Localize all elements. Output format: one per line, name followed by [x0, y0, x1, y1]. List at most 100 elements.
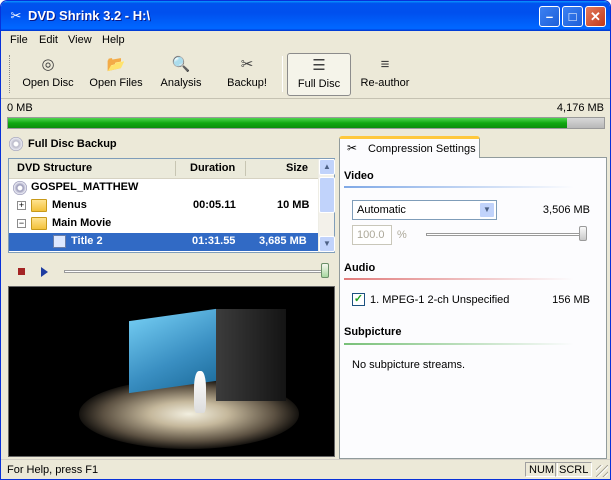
folder-open-icon	[31, 217, 47, 230]
menu-file[interactable]: File	[10, 34, 28, 46]
title-bar[interactable]: ✂ DVD Shrink 3.2 - H:\ – □ ✕	[1, 1, 610, 31]
open-folder-icon: 📂	[106, 56, 126, 73]
num-lock-indicator: NUM	[525, 462, 559, 477]
collapse-icon[interactable]: −	[17, 219, 26, 228]
full-disc-label: Full Disc	[297, 78, 341, 90]
backup-button[interactable]: ✂ Backup!	[219, 53, 275, 96]
menu-view[interactable]: View	[68, 34, 92, 46]
full-disc-button[interactable]: ☰ Full Disc	[287, 53, 351, 96]
menu-edit[interactable]: Edit	[39, 34, 58, 46]
tree-row[interactable]: GOSPEL_MATTHEW	[9, 179, 319, 197]
video-size: 3,506 MB	[542, 204, 590, 216]
backup-label: Backup!	[227, 77, 267, 89]
column-header-duration[interactable]: Duration	[190, 162, 235, 174]
expand-icon[interactable]: +	[17, 201, 26, 210]
column-divider[interactable]	[245, 161, 246, 176]
compression-settings-panel: Video Automatic ▼ 3,506 MB 100.0 % Audio…	[339, 136, 607, 459]
disc-icon: ◎	[41, 56, 55, 73]
resize-grip[interactable]	[596, 465, 608, 477]
status-bar: For Help, press F1 NUM SCRL	[1, 459, 610, 479]
analysis-label: Analysis	[160, 77, 202, 89]
video-preview	[8, 286, 335, 457]
disc-icon	[13, 181, 27, 195]
tree-row-duration: 01:31.55	[192, 235, 236, 247]
window-title: DVD Shrink 3.2 - H:\	[28, 8, 151, 23]
compression-settings-icon: ✂	[347, 141, 358, 155]
toolbar-separator	[282, 56, 283, 92]
compression-slider-thumb[interactable]	[579, 226, 587, 241]
tree-row-size: 3,685 MB	[259, 235, 307, 247]
subpicture-heading: Subpicture	[344, 326, 402, 338]
size-max-label: 4,176 MB	[556, 102, 604, 114]
re-author-label: Re-author	[360, 77, 410, 89]
maximize-button[interactable]: □	[562, 6, 583, 27]
dvd-structure-tree[interactable]: DVD Structure Duration Size GOSPEL_MATTH…	[8, 158, 335, 253]
tree-row[interactable]: − Main Movie	[9, 215, 319, 233]
size-progress-remaining	[567, 118, 604, 128]
size-progress-fill	[8, 118, 567, 128]
size-progress-bar	[7, 117, 605, 129]
disc-icon	[9, 137, 23, 151]
open-files-label: Open Files	[89, 77, 143, 89]
compression-settings-body: Video Automatic ▼ 3,506 MB 100.0 % Audio…	[339, 157, 607, 459]
column-header-structure[interactable]: DVD Structure	[17, 162, 92, 174]
status-text: For Help, press F1	[7, 464, 99, 476]
seek-slider-thumb[interactable]	[321, 263, 329, 278]
full-disc-backup-panel: Full Disc Backup DVD Structure Duration …	[6, 134, 336, 459]
dancer-figure	[194, 371, 206, 413]
tree-header: DVD Structure Duration Size	[9, 159, 319, 179]
size-min-label: 0 MB	[7, 102, 33, 114]
panel-title: Full Disc Backup	[28, 138, 117, 150]
magnifier-icon: 🔍	[171, 56, 191, 73]
title-icon	[53, 235, 66, 248]
dvd-shrink-app-icon[interactable]: ✂	[8, 8, 24, 24]
column-divider[interactable]	[175, 161, 176, 176]
open-disc-label: Open Disc	[22, 77, 74, 89]
video-compression-value: Automatic	[357, 204, 406, 216]
video-compression-select[interactable]: Automatic ▼	[352, 200, 497, 220]
stop-icon[interactable]	[18, 268, 25, 275]
seek-track[interactable]	[64, 270, 326, 273]
video-divider	[344, 186, 574, 188]
screen-side	[216, 309, 286, 401]
chevron-down-icon[interactable]: ▼	[479, 202, 495, 218]
tree-row-size: 10 MB	[277, 199, 310, 211]
toolbar-grip[interactable]	[9, 55, 12, 93]
re-author-button[interactable]: ≡ Re-author	[355, 53, 415, 96]
open-disc-button[interactable]: ◎ Open Disc	[19, 53, 77, 96]
audio-track-label: 1. MPEG-1 2-ch Unspecified	[370, 294, 510, 306]
tree-row-name: Menus	[52, 199, 87, 211]
panel-header: Full Disc Backup	[6, 134, 336, 156]
tree-row[interactable]: + Menus 00:05.11 10 MB	[9, 197, 319, 215]
tab-compression-settings[interactable]: ✂ Compression Settings	[339, 136, 480, 158]
subpicture-message: No subpicture streams.	[352, 359, 466, 371]
compression-slider-track[interactable]	[426, 233, 584, 236]
percent-input[interactable]: 100.0	[352, 225, 392, 245]
scroll-down-arrow-icon[interactable]: ▼	[319, 236, 335, 252]
percent-value: 100.0	[357, 229, 385, 241]
open-files-button[interactable]: 📂 Open Files	[85, 53, 147, 96]
folder-icon	[31, 199, 47, 212]
tree-scrollbar[interactable]: ▲ ▼	[318, 159, 335, 252]
video-heading: Video	[344, 170, 374, 182]
tree-row-selected[interactable]: Title 2 01:31.55 3,685 MB	[9, 233, 319, 251]
play-icon[interactable]	[41, 267, 48, 277]
scroll-up-arrow-icon[interactable]: ▲	[319, 159, 335, 175]
close-button[interactable]: ✕	[585, 6, 606, 27]
disc-stack-icon: ☰	[312, 57, 326, 74]
audio-track-checkbox[interactable]: ✓	[352, 293, 365, 306]
column-header-size[interactable]: Size	[286, 162, 308, 174]
tree-row-name: Main Movie	[52, 217, 112, 229]
minimize-button[interactable]: –	[539, 6, 560, 27]
menu-help[interactable]: Help	[102, 34, 125, 46]
toolbar: ◎ Open Disc 📂 Open Files 🔍 Analysis ✂ Ba…	[1, 51, 610, 99]
backup-icon: ✂	[240, 56, 254, 73]
audio-divider	[344, 278, 574, 280]
app-window: ✂ DVD Shrink 3.2 - H:\ – □ ✕ File Edit V…	[0, 0, 611, 480]
scroll-thumb[interactable]	[319, 177, 335, 213]
analysis-button[interactable]: 🔍 Analysis	[155, 53, 207, 96]
tree-row-duration: 00:05.11	[193, 199, 236, 211]
menu-bar: File Edit View Help	[1, 31, 610, 51]
tab-label: Compression Settings	[368, 143, 476, 155]
percent-sign: %	[397, 229, 407, 241]
